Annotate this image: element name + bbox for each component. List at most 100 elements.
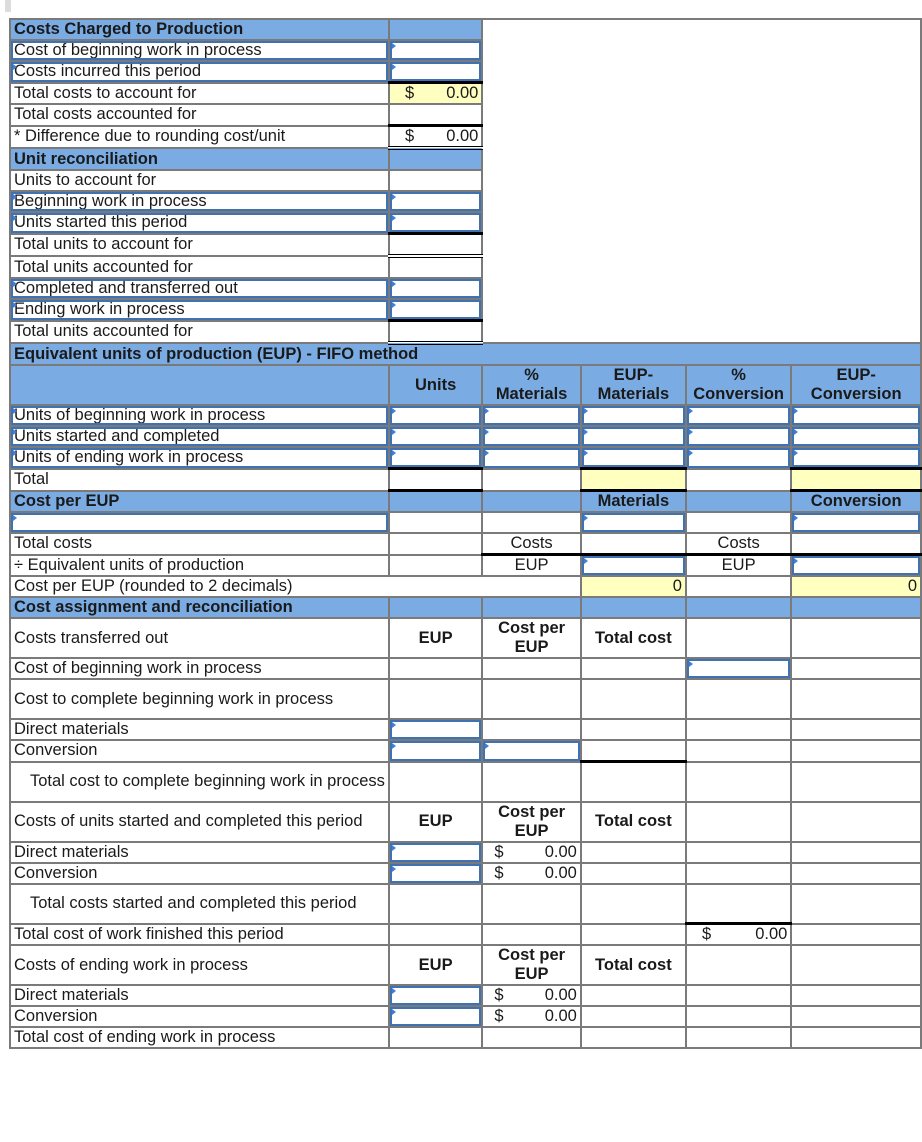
column-header-units: Units: [387, 364, 484, 406]
label-eup-conversion: EUP: [684, 553, 793, 577]
label-total-units-to-account: Total units to account for: [9, 232, 390, 257]
input-beginning-wip-cost[interactable]: [387, 39, 484, 62]
sc-dm-cost-per-eup: $ 0.00: [481, 840, 582, 864]
label-cost-per-eup-rounded: Cost per EUP (rounded to 2 decimals): [9, 575, 582, 598]
input-eup-materials[interactable]: [579, 425, 687, 448]
input-eup-pct-conversion[interactable]: [684, 404, 793, 427]
currency-symbol: $: [494, 842, 504, 861]
input-ew-conv-eup[interactable]: [387, 1005, 484, 1028]
label-input-beginning-wip-cost[interactable]: Cost of beginning work in process: [9, 39, 390, 62]
input-ending-wip[interactable]: [387, 298, 484, 322]
label-ctc-conversion: Conversion: [9, 739, 390, 763]
input-units-started[interactable]: [387, 211, 484, 235]
table-row: Direct materials $ 0.00: [9, 840, 922, 864]
cost-per-eup-header-row: Cost per EUP Materials Conversion: [9, 489, 922, 513]
currency-symbol: $: [701, 925, 712, 943]
currency-symbol: $: [494, 863, 504, 882]
rounding-difference-value: $ 0.00: [387, 124, 484, 150]
label-input-eup-started-completed[interactable]: Units started and completed: [9, 425, 390, 448]
input-completed-transferred[interactable]: [387, 277, 484, 300]
eup-total-units: [387, 467, 484, 492]
amount: 0.00: [544, 1007, 577, 1025]
amount: 0.00: [544, 842, 577, 861]
label-cost-to-complete: Cost to complete beginning work in proce…: [9, 678, 390, 720]
label-input-completed-transferred[interactable]: Completed and transferred out: [9, 277, 390, 300]
input-materials-cost-line[interactable]: [579, 511, 687, 534]
input-eup-materials[interactable]: [579, 404, 687, 427]
column-header-cost-per-eup: Cost per EUP: [481, 617, 582, 659]
input-sc-conv-eup[interactable]: [387, 861, 484, 885]
input-materials-eup[interactable]: [579, 553, 687, 577]
label-input-eup-ending-wip[interactable]: Units of ending work in process: [9, 446, 390, 470]
cost-per-eup-conversion-header: Conversion: [790, 489, 922, 513]
label-total-ending-wip: Total cost of ending work in process: [9, 1026, 390, 1049]
input-eup-conversion[interactable]: [790, 425, 922, 448]
process-cost-worksheet: Costs Charged to Production Cost of begi…: [9, 18, 922, 1049]
column-header-total-cost: Total cost: [579, 944, 687, 986]
input-ew-dm-eup[interactable]: [387, 984, 484, 1007]
table-row: Total cost to complete beginning work in…: [9, 760, 922, 803]
label-ew-direct-materials: Direct materials: [9, 984, 390, 1007]
table-row: Costs transferred out EUP Cost per EUP To…: [9, 617, 922, 659]
table-row: [9, 511, 922, 534]
column-header-cost-per-eup: Cost per EUP: [481, 944, 582, 986]
sc-conv-cost-per-eup: $ 0.00: [481, 861, 582, 885]
section-title-costs-charged: Costs Charged to Production: [9, 18, 390, 41]
currency-symbol: $: [494, 986, 504, 1004]
scrollbar-marker: [5, 0, 11, 12]
label-costs-conversion: Costs: [684, 532, 793, 556]
input-sc-dm-eup[interactable]: [387, 840, 484, 864]
table-row: Total costs Costs Costs: [9, 532, 922, 556]
input-eup-materials[interactable]: [579, 446, 687, 470]
cost-assignment-header-row: Cost assignment and reconciliation: [9, 596, 922, 619]
column-header-pct-materials: % Materials: [481, 364, 582, 406]
section-title-unit-reconciliation: Unit reconciliation: [9, 147, 390, 171]
table-row: Units started and completed: [9, 425, 922, 448]
input-eup-conversion[interactable]: [790, 404, 922, 427]
label-eup-materials: EUP: [481, 553, 582, 577]
input-eup-pct-materials[interactable]: [481, 404, 582, 427]
table-row: Cost of beginning work in process: [9, 657, 922, 680]
input-eup-units[interactable]: [387, 446, 484, 470]
table-row: Cost to complete beginning work in proce…: [9, 678, 922, 720]
label-input-eup-beginning-wip[interactable]: Units of beginning work in process: [9, 404, 390, 427]
input-eup-pct-materials[interactable]: [481, 446, 582, 470]
input-eup-conversion[interactable]: [790, 446, 922, 470]
label-input-units-started[interactable]: Units started this period: [9, 211, 390, 235]
input-eup-pct-conversion[interactable]: [684, 425, 793, 448]
input-eup-units[interactable]: [387, 425, 484, 448]
label-ew-conversion: Conversion: [9, 1005, 390, 1028]
table-row: Direct materials $ 0.00: [9, 984, 922, 1007]
input-ctc-conv-eup[interactable]: [387, 739, 484, 763]
eup-total-materials: [579, 467, 687, 492]
label-units-to-account: Units to account for: [9, 169, 390, 192]
section-title-cost-per-eup: Cost per EUP: [9, 489, 390, 513]
input-conversion-cost-line[interactable]: [790, 511, 922, 534]
table-row: Costs of ending work in process EUP Cost…: [9, 944, 922, 986]
total-units-to-account-value: [387, 232, 484, 258]
label-total-units-accounted-final: Total units accounted for: [9, 319, 390, 344]
input-eup-pct-materials[interactable]: [481, 425, 582, 448]
input-eup-units[interactable]: [387, 404, 484, 427]
label-input-costs-incurred[interactable]: Costs incurred this period: [9, 60, 390, 84]
input-beginning-wip-units[interactable]: [387, 190, 484, 213]
input-costs-incurred[interactable]: [387, 60, 484, 84]
input-ctc-conv-cost-per-eup[interactable]: [481, 739, 582, 763]
input-ctc-dm-eup[interactable]: [387, 718, 484, 741]
empty-area: [481, 18, 922, 344]
label-input-beginning-wip-units[interactable]: Beginning work in process: [9, 190, 390, 213]
conversion-total-costs-value: [790, 532, 922, 556]
input-cost-per-eup-label[interactable]: [9, 511, 390, 534]
section-title-eup: Equivalent units of production (EUP) - F…: [9, 342, 922, 366]
ew-dm-cost-per-eup: $ 0.00: [481, 984, 582, 1007]
input-eup-pct-conversion[interactable]: [684, 446, 793, 470]
table-row: Units of beginning work in process: [9, 404, 922, 427]
input-conversion-eup[interactable]: [790, 553, 922, 577]
column-header-eup: EUP: [387, 800, 484, 843]
label-sc-direct-materials: Direct materials: [9, 840, 390, 864]
section-title-cost-assignment: Cost assignment and reconciliation: [9, 596, 390, 619]
input-beginning-wip-cost-assign[interactable]: [684, 657, 793, 680]
total-costs-accounted-value: [387, 103, 484, 127]
label-input-ending-wip[interactable]: Ending work in process: [9, 298, 390, 322]
cost-per-eup-materials-header: Materials: [579, 489, 687, 513]
